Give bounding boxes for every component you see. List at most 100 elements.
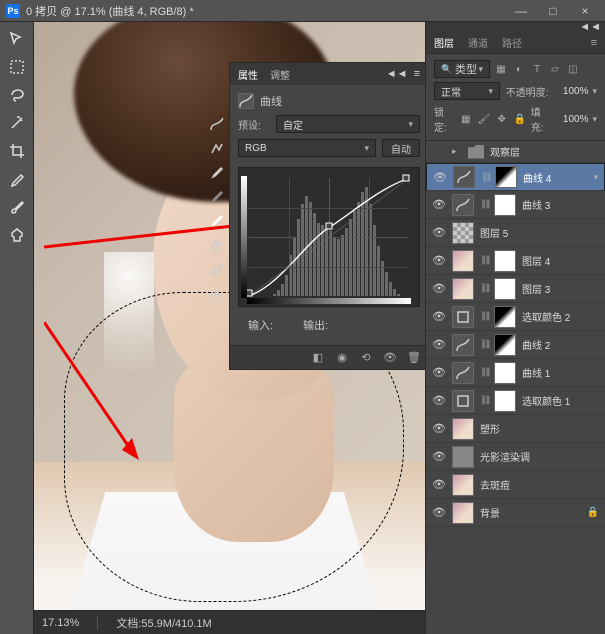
mask-thumb[interactable] [494, 250, 516, 272]
layer-group[interactable]: ▸ 观察层 [426, 141, 605, 163]
tab-adjustments[interactable]: 调整 [270, 63, 290, 86]
tab-channels[interactable]: 通道 [468, 35, 488, 50]
wand-tool[interactable] [6, 112, 28, 134]
layer-selective-color-1[interactable]: 👁 ⛓ 选取颜色 1 [426, 387, 605, 415]
layer-shaping[interactable]: 👁 塑形 [426, 415, 605, 443]
view-previous-icon[interactable]: ◉ [334, 350, 350, 366]
marquee-tool[interactable] [6, 56, 28, 78]
mask-thumb[interactable] [494, 334, 516, 356]
visibility-toggle[interactable]: 👁 [432, 338, 446, 352]
auto-button[interactable]: 自动 [382, 139, 420, 157]
eyedropper-bw-icon[interactable] [208, 163, 226, 181]
eyedropper-white-icon[interactable] [208, 211, 226, 229]
filter-smart-icon[interactable]: ◫ [566, 62, 580, 76]
minimize-button[interactable]: — [507, 2, 535, 20]
eyedropper-grey-icon[interactable] [208, 187, 226, 205]
clone-tool[interactable] [6, 224, 28, 246]
point-mode-icon[interactable] [208, 139, 226, 157]
panel-menu-icon[interactable]: ≡ [414, 68, 420, 80]
layer-curves-4[interactable]: 👁 ⛓ 曲线 4 [426, 163, 605, 191]
properties-panel[interactable]: 属性 调整 ◄◄≡ 曲线 预设: 自定 RGB 自动 [229, 62, 425, 370]
toggle-visibility-icon[interactable]: 👁 [382, 350, 398, 366]
maximize-button[interactable]: □ [539, 2, 567, 20]
lasso-tool[interactable] [6, 84, 28, 106]
layer-curves-1[interactable]: 👁 ⛓ 曲线 1 [426, 359, 605, 387]
zoom-level[interactable]: 17.13% [42, 617, 79, 629]
tab-layers[interactable]: 图层 [434, 35, 454, 50]
fill-chevron-icon[interactable]: ▾ [592, 114, 597, 125]
visibility-toggle[interactable]: 👁 [432, 254, 446, 268]
filter-kind-select[interactable]: 🔍 类型 [434, 60, 490, 78]
visibility-toggle[interactable]: 👁 [433, 170, 447, 184]
visibility-toggle[interactable]: 👁 [432, 394, 446, 408]
layers-menu-icon[interactable]: ≡ [591, 37, 597, 49]
reset-icon[interactable]: ⟲ [358, 350, 374, 366]
opacity-chevron-icon[interactable]: ▾ [592, 86, 597, 97]
filter-pixel-icon[interactable]: ▦ [494, 62, 508, 76]
move-tool[interactable] [6, 28, 28, 50]
curves-graph[interactable] [238, 167, 420, 307]
lock-all-icon[interactable]: 🔒 [513, 112, 527, 126]
lock-position-icon[interactable]: ✥ [495, 112, 509, 126]
visibility-toggle[interactable]: 👁 [432, 478, 446, 492]
pencil-mode-icon[interactable] [208, 259, 226, 277]
layer-curves-3[interactable]: 👁 ⛓ 曲线 3 [426, 191, 605, 219]
visibility-toggle[interactable]: 👁 [432, 422, 446, 436]
visibility-toggle[interactable]: 👁 [432, 366, 446, 380]
lock-transparent-icon[interactable]: ▦ [459, 112, 473, 126]
layer-thumb [452, 222, 474, 244]
layer-3[interactable]: 👁 ⛓ 图层 3 [426, 275, 605, 303]
layer-5[interactable]: 👁 图层 5 [426, 219, 605, 247]
tab-properties[interactable]: 属性 [238, 63, 258, 86]
layer-lighting[interactable]: 👁 光影渲染调 [426, 443, 605, 471]
fill-value[interactable]: 100% [556, 114, 589, 125]
eyedropper-tool[interactable] [6, 168, 28, 190]
curves-mode-icon[interactable] [208, 115, 226, 133]
brush-tool[interactable] [6, 196, 28, 218]
layer-thumb [452, 418, 474, 440]
visibility-toggle[interactable] [432, 145, 446, 159]
mask-thumb[interactable] [494, 362, 516, 384]
layer-background[interactable]: 👁 背景 🔒 [426, 499, 605, 527]
visibility-toggle[interactable]: 👁 [432, 506, 446, 520]
mask-thumb[interactable] [494, 194, 516, 216]
visibility-toggle[interactable]: 👁 [432, 226, 446, 240]
mask-thumb[interactable] [494, 390, 516, 412]
mask-thumb[interactable] [494, 278, 516, 300]
lock-icon[interactable]: 🔒 [587, 507, 599, 518]
output-gradient [241, 176, 247, 298]
hand-adjust-icon[interactable] [208, 235, 226, 253]
toolbar [0, 22, 34, 634]
panel-collapse-icon[interactable]: ◄◄ [386, 68, 408, 80]
folder-icon [468, 145, 484, 159]
visibility-toggle[interactable]: 👁 [432, 310, 446, 324]
filter-type-icon[interactable]: T [530, 62, 544, 76]
curve-point-white[interactable] [403, 175, 410, 182]
clip-to-layer-icon[interactable]: ◧ [310, 350, 326, 366]
channel-select[interactable]: RGB [238, 139, 376, 157]
visibility-toggle[interactable]: 👁 [432, 282, 446, 296]
layer-curves-2[interactable]: 👁 ⛓ 曲线 2 [426, 331, 605, 359]
crop-tool[interactable] [6, 140, 28, 162]
mask-thumb[interactable] [495, 166, 517, 188]
document-info[interactable]: 文档:55.9M/410.1M [116, 615, 211, 631]
visibility-toggle[interactable]: 👁 [432, 450, 446, 464]
opacity-value[interactable]: 100% [552, 86, 588, 97]
close-button[interactable]: × [571, 2, 599, 20]
expand-icon[interactable]: ▸ [452, 146, 462, 157]
filter-shape-icon[interactable]: ▱ [548, 62, 562, 76]
tab-paths[interactable]: 路径 [502, 35, 522, 50]
blend-mode-select[interactable]: 正常 [434, 82, 500, 100]
curve-point-mid[interactable] [326, 222, 333, 229]
preset-select[interactable]: 自定 [276, 115, 420, 133]
histogram-icon[interactable] [208, 283, 226, 301]
layer-4[interactable]: 👁 ⛓ 图层 4 [426, 247, 605, 275]
mask-thumb[interactable] [494, 306, 516, 328]
lock-pixels-icon[interactable]: 🖌 [477, 112, 491, 126]
layer-selective-color-2[interactable]: 👁 ⛓ 选取颜色 2 [426, 303, 605, 331]
filter-adjust-icon[interactable]: ◐ [512, 62, 526, 76]
layer-retouch[interactable]: 👁 去斑痘 [426, 471, 605, 499]
visibility-toggle[interactable]: 👁 [432, 198, 446, 212]
delete-adjustment-icon[interactable]: 🗑 [406, 350, 422, 366]
layers-list[interactable]: ▸ 观察层 👁 ⛓ 曲线 4 👁 ⛓ 曲线 3 [426, 141, 605, 634]
